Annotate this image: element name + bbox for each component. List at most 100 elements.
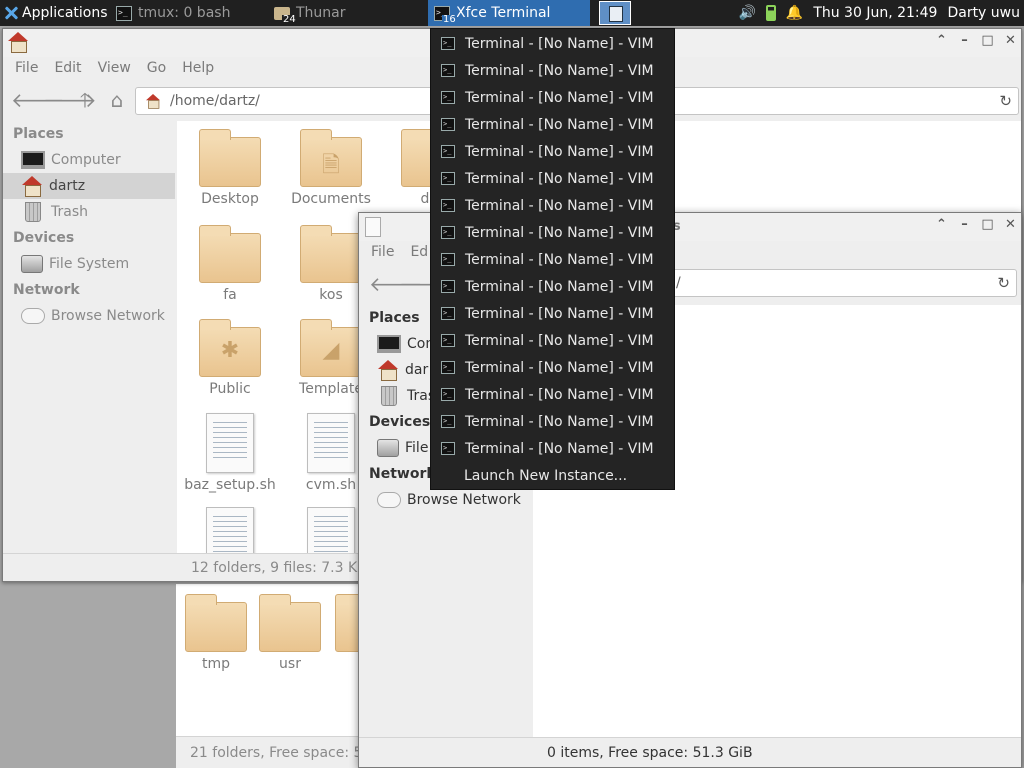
user-menu[interactable]: Darty uwu <box>947 5 1020 21</box>
minimize-button[interactable]: – <box>958 217 971 232</box>
menu-view[interactable]: View <box>90 57 139 81</box>
clock[interactable]: Thu 30 Jun, 21:49 <box>813 5 937 21</box>
back-arrow-icon[interactable]: 🡐 <box>369 273 423 297</box>
file-tile-desktop[interactable]: Desktop <box>180 129 280 207</box>
sidebar-item-browse-network[interactable]: Browse Network <box>3 303 175 329</box>
sidebar-item-file-system[interactable]: File System <box>3 251 175 277</box>
menu-help[interactable]: Help <box>174 57 222 81</box>
menu-item-terminal-window[interactable]: >_ Terminal - [No Name] - VIM <box>431 111 674 138</box>
menu-item-terminal-window[interactable]: >_ Terminal - [No Name] - VIM <box>431 165 674 192</box>
menu-item-label: Terminal - [No Name] - VIM <box>465 62 654 79</box>
close-button[interactable]: ✕ <box>1004 217 1017 232</box>
maximize-button[interactable]: □ <box>981 217 994 232</box>
volume-icon[interactable]: 🔊 <box>738 5 755 21</box>
document-icon <box>365 217 381 237</box>
terminal-icon: >_ <box>441 280 455 293</box>
terminal-icon: >_ <box>441 64 455 77</box>
menu-file[interactable]: File <box>363 241 402 265</box>
menu-item-terminal-window[interactable]: >_ Terminal - [No Name] - VIM <box>431 435 674 462</box>
menu-item-label: Terminal - [No Name] - VIM <box>465 278 654 295</box>
close-button[interactable]: ✕ <box>1004 33 1017 48</box>
workspace-switcher[interactable] <box>598 0 632 26</box>
shade-button[interactable]: ⌃ <box>935 217 948 232</box>
menu-item-terminal-window[interactable]: >_ Terminal - [No Name] - VIM <box>431 327 674 354</box>
computer-icon <box>377 335 401 353</box>
menu-item-terminal-window[interactable]: >_ Terminal - [No Name] - VIM <box>431 354 674 381</box>
forward-arrow-icon[interactable]: 🡒 <box>399 273 453 297</box>
menu-item-terminal-window[interactable]: >_ Terminal - [No Name] - VIM <box>431 84 674 111</box>
home-icon[interactable]: ⌂ <box>105 89 129 113</box>
minimize-button[interactable]: – <box>958 33 971 48</box>
taskbar-button-tmux[interactable]: >_ tmux: 0 bash <box>110 0 268 26</box>
file-tile-fa[interactable]: fa <box>180 225 280 303</box>
menu-item-terminal-window[interactable]: >_ Terminal - [No Name] - VIM <box>431 30 674 57</box>
file-name: Desktop <box>201 191 259 207</box>
location-bar[interactable]: / ↻ <box>659 269 1017 297</box>
status-text: 12 folders, 9 files: 7.3 KiB <box>191 560 371 576</box>
menu-item-terminal-window[interactable]: >_ Terminal - [No Name] - VIM <box>431 192 674 219</box>
applications-menu-button[interactable]: Applications <box>0 0 110 26</box>
terminal-icon: >_ <box>441 172 455 185</box>
menu-item-terminal-window[interactable]: >_ Terminal - [No Name] - VIM <box>431 300 674 327</box>
menu-item-label: Terminal - [No Name] - VIM <box>465 170 654 187</box>
computer-icon <box>21 151 45 169</box>
sidebar-header-devices: Devices <box>13 230 75 246</box>
terminal-icon: >_ <box>116 5 132 21</box>
folder-icon <box>199 225 261 283</box>
reload-icon[interactable]: ↻ <box>999 92 1012 110</box>
sidebar-item-dartz[interactable]: dartz <box>3 173 175 199</box>
taskbar-button-thunar[interactable]: 24 Thunar <box>268 0 428 26</box>
taskbar-label: Xfce Terminal <box>456 5 551 21</box>
menu-item-label: Terminal - [No Name] - VIM <box>465 440 654 457</box>
file-tile-documents[interactable]: 🗎 Documents <box>281 129 381 207</box>
sidebar-header-places: Places <box>13 126 64 142</box>
up-arrow-icon[interactable]: 🡑 <box>73 89 97 113</box>
home-folder-icon <box>377 360 399 381</box>
window-controls: ⌃ – □ ✕ <box>935 217 1017 232</box>
menu-file[interactable]: File <box>7 57 46 81</box>
back-arrow-icon[interactable]: 🡐 <box>11 89 65 113</box>
status-text: 21 folders, Free space: 51 <box>190 745 372 761</box>
maximize-button[interactable]: □ <box>981 33 994 48</box>
menu-edit[interactable]: Edit <box>46 57 89 81</box>
file-tile-public[interactable]: ✱ Public <box>180 319 280 397</box>
menu-item-terminal-window[interactable]: >_ Terminal - [No Name] - VIM <box>431 138 674 165</box>
documents-folder-icon: 🗎 <box>300 129 362 187</box>
menu-item-terminal-window[interactable]: >_ Terminal - [No Name] - VIM <box>431 408 674 435</box>
menu-item-label: Terminal - [No Name] - VIM <box>465 251 654 268</box>
trash-icon <box>381 386 397 406</box>
menu-item-label: Terminal - [No Name] - VIM <box>465 332 654 349</box>
menu-item-terminal-window[interactable]: >_ Terminal - [No Name] - VIM <box>431 273 674 300</box>
sidebar-item-label: Trash <box>51 204 88 220</box>
taskbar-label: tmux: 0 bash <box>138 5 231 21</box>
script-file-icon <box>206 507 254 553</box>
window-count-badge: 24 <box>282 14 297 25</box>
file-name: fa <box>223 287 237 303</box>
trash-icon <box>25 202 41 222</box>
terminal-icon: >_ <box>441 145 455 158</box>
menu-item-launch-new-instance[interactable]: Launch New Instance... <box>431 462 674 489</box>
shade-button[interactable]: ⌃ <box>935 33 948 48</box>
menu-item-terminal-window[interactable]: >_ Terminal - [No Name] - VIM <box>431 246 674 273</box>
location-path: / <box>676 275 681 291</box>
menu-go[interactable]: Go <box>139 57 174 81</box>
menu-item-terminal-window[interactable]: >_ Terminal - [No Name] - VIM <box>431 57 674 84</box>
reload-icon[interactable]: ↻ <box>997 274 1010 292</box>
terminal-icon: >_ <box>441 118 455 131</box>
workspace-thumbnail[interactable] <box>599 1 631 25</box>
home-folder-icon <box>145 94 160 109</box>
sidebar-item-computer[interactable]: Computer <box>3 147 175 173</box>
notification-bell-icon[interactable]: 🔔 <box>786 5 803 21</box>
file-tile-baz-setup[interactable]: baz_setup.sh <box>180 413 280 493</box>
battery-icon[interactable] <box>765 5 776 21</box>
menu-item-terminal-window[interactable]: >_ Terminal - [No Name] - VIM <box>431 219 674 246</box>
sidebar-item-label: dartz <box>49 178 86 194</box>
menu-item-terminal-window[interactable]: >_ Terminal - [No Name] - VIM <box>431 381 674 408</box>
file-tile-partial[interactable] <box>180 507 280 553</box>
taskbar-button-xfce-terminal[interactable]: >_ 16 Xfce Terminal <box>428 0 590 26</box>
forward-arrow-icon[interactable]: 🡒 <box>43 89 97 113</box>
sidebar-item-trash[interactable]: Trash <box>3 199 175 225</box>
folder-icon <box>300 225 362 283</box>
sidebar-item-browse-network[interactable]: Browse Network <box>359 487 533 513</box>
terminal-icon: >_ <box>441 334 455 347</box>
